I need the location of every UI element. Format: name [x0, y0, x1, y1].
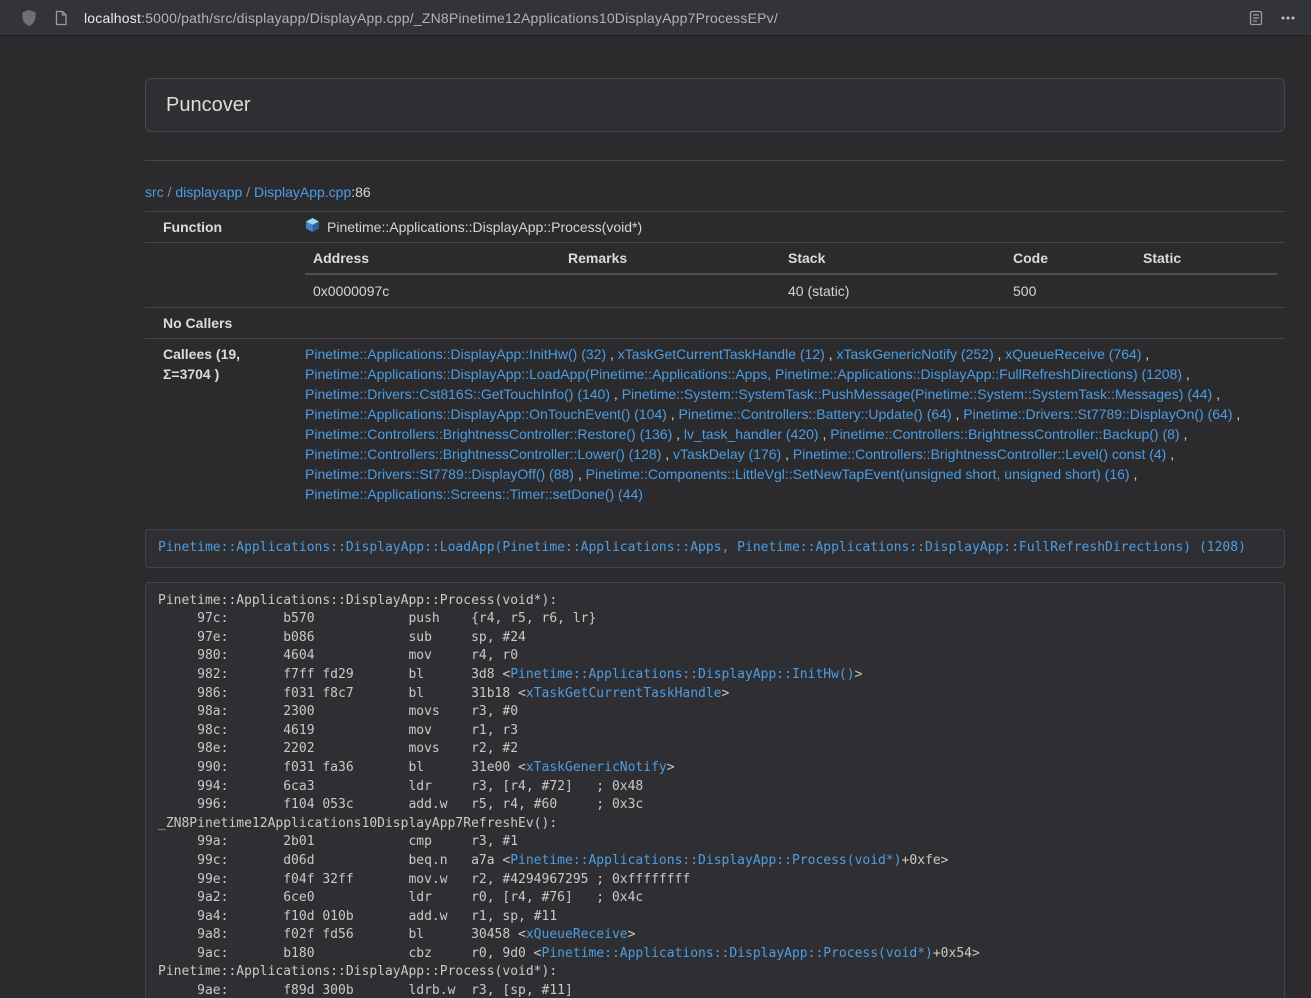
code-symbol-link[interactable]: xTaskGenericNotify — [526, 760, 667, 775]
disassembly-block: Pinetime::Applications::DisplayApp::Proc… — [145, 582, 1285, 998]
callee-link[interactable]: Pinetime::Applications::Screens::Timer::… — [305, 486, 643, 502]
callee-link[interactable]: Pinetime::Applications::DisplayApp::Load… — [305, 366, 1182, 382]
shield-icon[interactable] — [20, 9, 38, 27]
function-name: Pinetime::Applications::DisplayApp::Proc… — [327, 217, 642, 237]
page-title: Puncover — [166, 94, 251, 116]
callee-link[interactable]: Pinetime::System::SystemTask::PushMessag… — [622, 386, 1213, 402]
breadcrumb-line-number: :86 — [351, 184, 370, 200]
callees-list: Pinetime::Applications::DisplayApp::Init… — [297, 339, 1285, 510]
metrics-row: Address Remarks Stack Code Static 0x0000… — [145, 243, 1285, 308]
callee-link[interactable]: xQueueReceive (764) — [1005, 346, 1141, 362]
breadcrumb-separator: / — [242, 184, 254, 200]
callees-label: Callees (19, Σ=3704 ) — [145, 339, 297, 510]
method-icon — [305, 217, 320, 237]
metrics-table: Address Remarks Stack Code Static 0x0000… — [305, 243, 1277, 307]
divider — [145, 160, 1285, 161]
callee-link[interactable]: Pinetime::Components::LittleVgl::SetNewT… — [586, 466, 1130, 482]
app-header: Puncover — [145, 78, 1285, 132]
callee-link[interactable]: Pinetime::Drivers::Cst816S::GetTouchInfo… — [305, 386, 610, 402]
callees-row: Callees (19, Σ=3704 ) Pinetime::Applicat… — [145, 339, 1285, 510]
browser-chrome: localhost:5000/path/src/displayapp/Displ… — [0, 0, 1311, 36]
column-header-remarks: Remarks — [560, 243, 780, 274]
selected-symbol-box: Pinetime::Applications::DisplayApp::Load… — [145, 529, 1285, 568]
callee-link[interactable]: xTaskGetCurrentTaskHandle (12) — [618, 346, 825, 362]
callee-link[interactable]: lv_task_handler (420) — [684, 426, 819, 442]
static-value — [1135, 274, 1277, 307]
code-value: 500 — [1005, 274, 1135, 307]
code-symbol-link[interactable]: xTaskGetCurrentTaskHandle — [526, 686, 722, 701]
column-header-static: Static — [1135, 243, 1277, 274]
breadcrumb-separator: / — [164, 184, 176, 200]
no-callers-label: No Callers — [145, 308, 297, 339]
callee-link[interactable]: Pinetime::Controllers::BrightnessControl… — [305, 446, 661, 462]
page-body: Puncover src / displayapp / DisplayApp.c… — [0, 36, 1311, 998]
column-header-code: Code — [1005, 243, 1135, 274]
column-header-address: Address — [305, 243, 560, 274]
callee-link[interactable]: Pinetime::Controllers::BrightnessControl… — [830, 426, 1179, 442]
code-symbol-link[interactable]: xQueueReceive — [526, 927, 628, 942]
function-label: Function — [145, 212, 297, 243]
breadcrumb: src / displayapp / DisplayApp.cpp:86 — [145, 182, 1285, 202]
overflow-menu-icon[interactable] — [1279, 9, 1297, 27]
url-host: localhost — [84, 10, 141, 26]
breadcrumb-link[interactable]: displayapp — [175, 184, 242, 200]
column-header-stack: Stack — [780, 243, 1005, 274]
stack-value: 40 (static) — [780, 274, 1005, 307]
callee-link[interactable]: Pinetime::Applications::DisplayApp::Init… — [305, 346, 606, 362]
no-callers-row: No Callers — [145, 308, 1285, 339]
callee-link[interactable]: vTaskDelay (176) — [673, 446, 781, 462]
code-symbol-link[interactable]: Pinetime::Applications::DisplayApp::Proc… — [510, 853, 901, 868]
callee-link[interactable]: Pinetime::Drivers::St7789::DisplayOn() (… — [963, 406, 1232, 422]
address-value: 0x0000097c — [305, 274, 560, 307]
selected-symbol-link[interactable]: Pinetime::Applications::DisplayApp::Load… — [158, 540, 1246, 555]
callee-link[interactable]: Pinetime::Applications::DisplayApp::OnTo… — [305, 406, 667, 422]
callee-link[interactable]: Pinetime::Controllers::BrightnessControl… — [793, 446, 1166, 462]
reader-mode-icon[interactable] — [1247, 9, 1265, 27]
code-symbol-link[interactable]: Pinetime::Applications::DisplayApp::Proc… — [542, 946, 933, 961]
callee-link[interactable]: Pinetime::Drivers::St7789::DisplayOff() … — [305, 466, 574, 482]
breadcrumb-link[interactable]: DisplayApp.cpp — [254, 184, 351, 200]
page-icon[interactable] — [52, 9, 70, 27]
address-bar[interactable]: localhost:5000/path/src/displayapp/Displ… — [84, 10, 1233, 26]
callee-link[interactable]: Pinetime::Controllers::BrightnessControl… — [305, 426, 672, 442]
callee-link[interactable]: Pinetime::Controllers::Battery::Update()… — [679, 406, 952, 422]
code-symbol-link[interactable]: Pinetime::Applications::DisplayApp::Init… — [510, 667, 854, 682]
function-row: Function Pinetime::Applications::Display… — [145, 212, 1285, 243]
breadcrumb-link[interactable]: src — [145, 184, 164, 200]
remarks-value — [560, 274, 780, 307]
callee-link[interactable]: xTaskGenericNotify (252) — [836, 346, 993, 362]
url-path: :5000/path/src/displayapp/DisplayApp.cpp… — [141, 10, 778, 26]
symbol-table: Function Pinetime::Applications::Display… — [145, 211, 1285, 509]
table-row: 0x0000097c 40 (static) 500 — [305, 274, 1277, 307]
